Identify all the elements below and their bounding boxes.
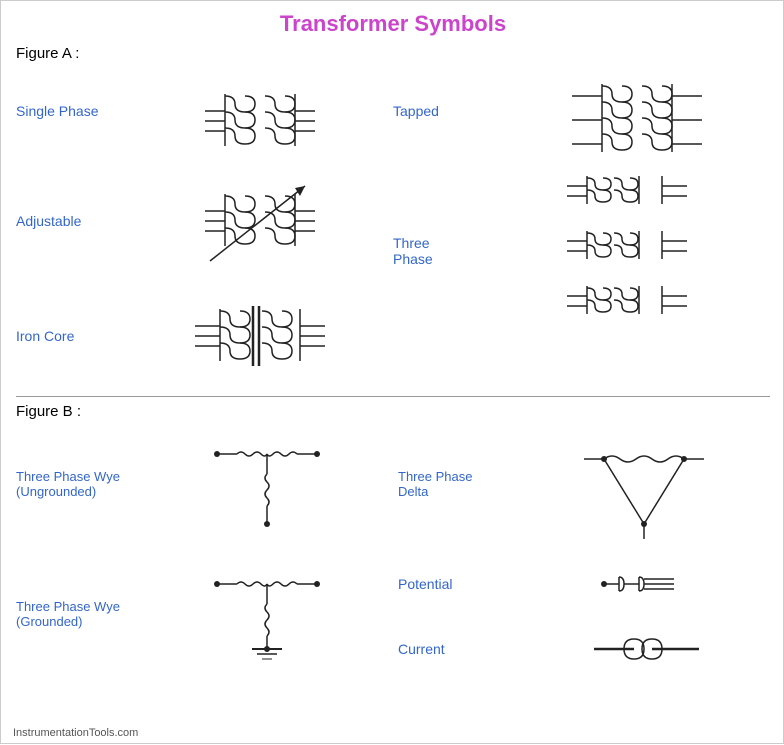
three-phase-svg (557, 166, 717, 336)
wye-g-svg (197, 554, 337, 674)
potential-diagram (528, 559, 770, 609)
section-b: Three Phase Wye(Ungrounded) (16, 424, 770, 674)
tapped-svg (562, 66, 712, 156)
current-row: Current (398, 624, 770, 674)
wye-ug-row: Three Phase Wye(Ungrounded) (16, 424, 388, 544)
delta-row: Three PhaseDelta (398, 424, 770, 544)
three-phase-row: ThreePhase (393, 166, 770, 336)
section-a: Single Phase (16, 66, 770, 386)
page-title: Transformer Symbols (16, 11, 770, 37)
delta-diagram (528, 424, 770, 544)
divider (16, 396, 770, 397)
iron-core-diagram (126, 286, 393, 386)
current-diagram (528, 624, 770, 674)
tapped-label: Tapped (393, 103, 503, 119)
delta-svg (574, 424, 724, 544)
potential-svg (584, 559, 714, 609)
wye-ug-svg (197, 424, 337, 544)
figure-b-label: Figure B : (16, 403, 770, 420)
single-phase-label: Single Phase (16, 103, 126, 119)
left-col: Single Phase (16, 66, 393, 386)
iron-core-label: Iron Core (16, 328, 126, 344)
potential-row: Potential (398, 559, 770, 609)
right-col: Tapped (393, 66, 770, 386)
adjustable-diagram (126, 166, 393, 276)
adjustable-svg (185, 166, 335, 276)
tapped-row: Tapped (393, 66, 770, 156)
current-svg (584, 624, 714, 674)
figure-a-label: Figure A : (16, 45, 770, 62)
footer: InstrumentationTools.com (13, 727, 138, 739)
wye-g-diagram (146, 554, 388, 674)
iron-core-row: Iron Core (16, 286, 393, 386)
single-phase-row: Single Phase (16, 66, 393, 156)
wye-ug-diagram (146, 424, 388, 544)
wye-g-row: Three Phase Wye(Grounded) (16, 554, 388, 674)
single-phase-diagram (126, 66, 393, 156)
b-right: Three PhaseDelta (398, 424, 770, 674)
potential-label: Potential (398, 576, 528, 592)
adjustable-label: Adjustable (16, 213, 126, 229)
page: Transformer Symbols Figure A : Single Ph… (1, 1, 784, 745)
single-phase-svg (185, 66, 335, 156)
adjustable-row: Adjustable (16, 166, 393, 276)
wye-g-label: Three Phase Wye(Grounded) (16, 599, 146, 629)
tapped-diagram (503, 66, 770, 156)
current-label: Current (398, 641, 528, 657)
iron-core-svg (185, 286, 335, 386)
three-phase-diagram (503, 166, 770, 336)
wye-ug-label: Three Phase Wye(Ungrounded) (16, 469, 146, 499)
three-phase-label: ThreePhase (393, 235, 503, 267)
delta-label: Three PhaseDelta (398, 469, 528, 499)
b-left: Three Phase Wye(Ungrounded) (16, 424, 388, 674)
